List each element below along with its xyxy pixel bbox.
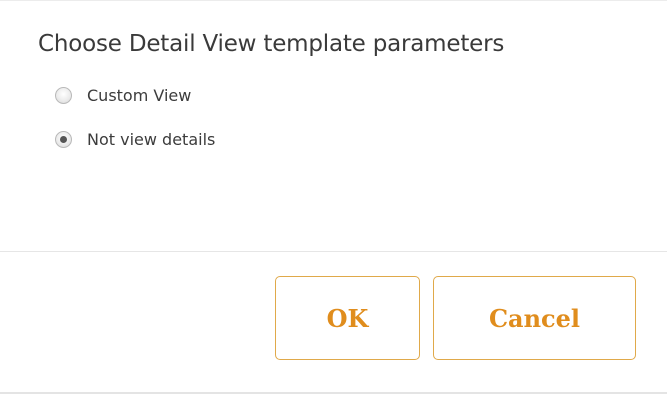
detail-view-dialog: Choose Detail View template parameters C… <box>0 0 667 394</box>
not-view-details-label: Not view details <box>87 129 216 149</box>
dialog-title: Choose Detail View template parameters <box>38 31 505 57</box>
option-custom-view[interactable]: Custom View <box>55 83 191 107</box>
custom-view-radio[interactable] <box>55 86 72 104</box>
option-not-view-details[interactable]: Not view details <box>55 127 215 151</box>
ok-button[interactable]: OK <box>275 276 420 360</box>
cancel-button[interactable]: Cancel <box>433 276 636 360</box>
not-view-details-radio[interactable] <box>55 130 72 148</box>
custom-view-label: Custom View <box>87 85 192 105</box>
dialog-separator <box>0 251 667 252</box>
